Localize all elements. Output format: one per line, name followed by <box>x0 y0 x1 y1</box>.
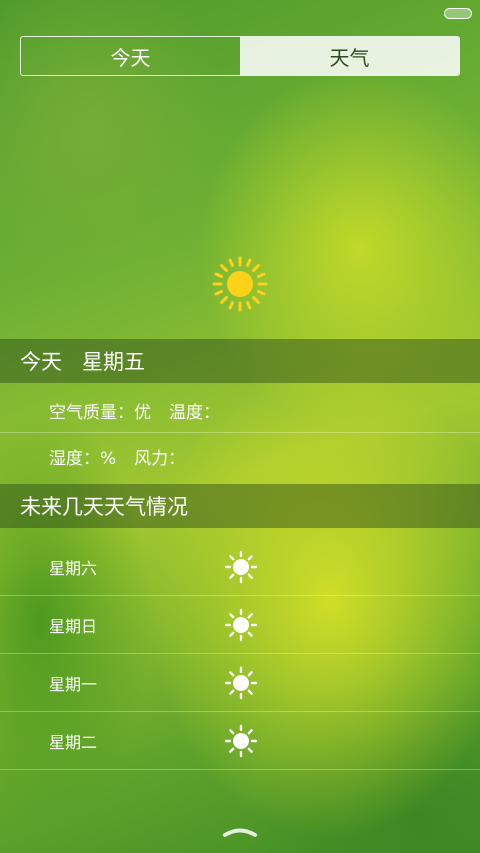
list-item: 星期日 <box>0 596 480 654</box>
day-label: 星期二 <box>49 732 98 752</box>
info-row-humidity: 湿度：% 风力： <box>0 434 480 478</box>
temperature-text: 温度： <box>169 403 220 423</box>
today-label: 今天 <box>20 350 62 374</box>
list-item: 星期一 <box>0 654 480 712</box>
sun-icon <box>224 550 258 583</box>
list-item: 星期二 <box>0 712 480 770</box>
list-item: 星期六 <box>0 538 480 596</box>
tab-today[interactable]: 今天 <box>21 37 240 75</box>
sun-icon <box>224 608 258 641</box>
wind-text: 风力： <box>134 448 186 469</box>
sun-icon <box>224 724 258 757</box>
view-tabs: 今天 天气 <box>20 36 460 76</box>
day-label: 星期六 <box>49 558 98 578</box>
day-label: 星期一 <box>49 674 98 694</box>
forecast-header: 未来几天天气情况 <box>0 484 480 528</box>
today-weekday: 星期五 <box>82 350 145 374</box>
info-row-air: 空气质量：优 温度： <box>0 389 480 433</box>
air-quality-text: 空气质量：优 <box>49 403 151 423</box>
tab-weather[interactable]: 天气 <box>240 37 459 75</box>
day-label: 星期日 <box>49 616 98 636</box>
sun-icon <box>212 256 268 312</box>
battery-indicator <box>444 8 472 19</box>
sun-icon <box>224 666 258 699</box>
pull-up-handle-icon[interactable] <box>222 826 258 838</box>
forecast-title: 未来几天天气情况 <box>20 495 188 519</box>
today-header: 今天 星期五 <box>0 339 480 383</box>
humidity-text: 湿度：% <box>49 448 117 469</box>
forecast-list: 星期六 星期日 星期一 星期二 <box>0 538 480 770</box>
